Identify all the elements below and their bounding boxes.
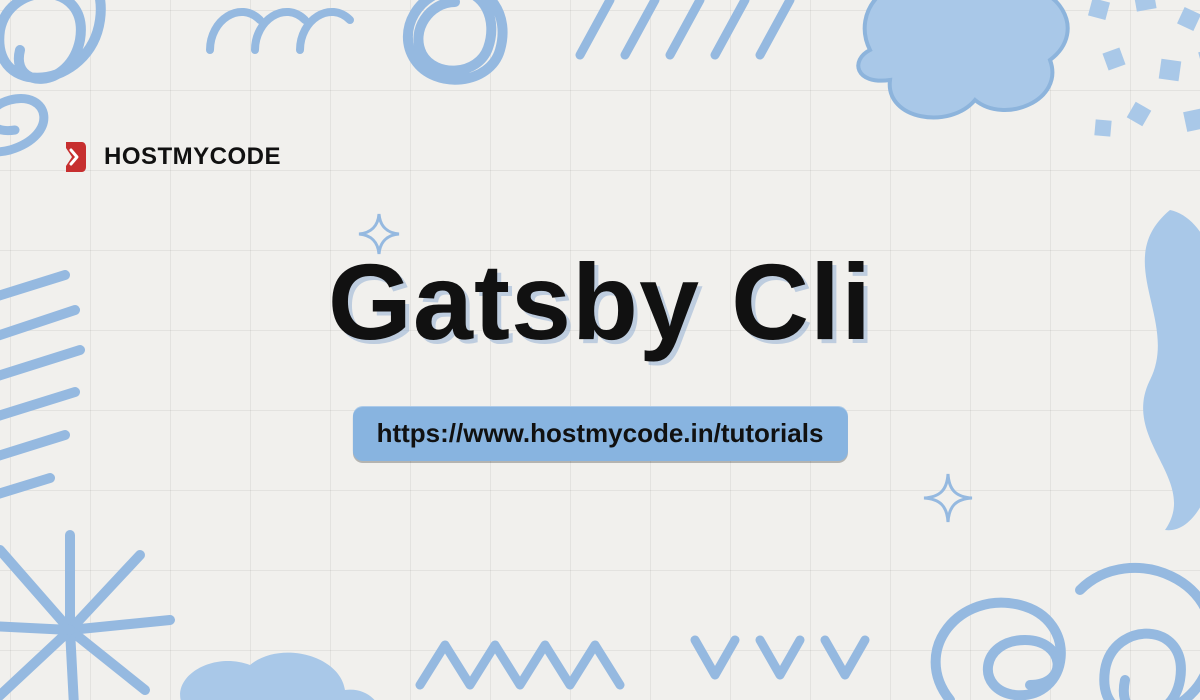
slash-row-icon	[560, 0, 820, 75]
sparkle-icon	[920, 470, 976, 531]
scribble-circle-icon	[380, 0, 530, 105]
hero: Gatsby Cli https://www.hostmycode.in/tut…	[328, 239, 872, 461]
confetti-squares-icon	[1080, 0, 1200, 175]
url-pill: https://www.hostmycode.in/tutorials	[353, 406, 848, 461]
page-title: Gatsby Cli	[328, 239, 872, 364]
spiral-scribble-icon	[920, 550, 1200, 700]
side-blob-icon	[1120, 200, 1200, 545]
zigzag-icon	[410, 630, 640, 700]
burst-lines-icon	[0, 530, 180, 700]
blob-icon	[170, 650, 390, 700]
brand-logo: HOSTMYCODE	[60, 140, 281, 174]
arc-row-icon	[200, 0, 360, 75]
cloud-blob-icon	[840, 0, 1080, 135]
check-row-icon	[680, 620, 890, 700]
brand-logo-text: HOSTMYCODE	[104, 143, 281, 171]
brand-logo-mark-icon	[60, 140, 94, 174]
leaf-comb-icon	[0, 270, 100, 535]
sparkle-icon	[355, 210, 403, 263]
